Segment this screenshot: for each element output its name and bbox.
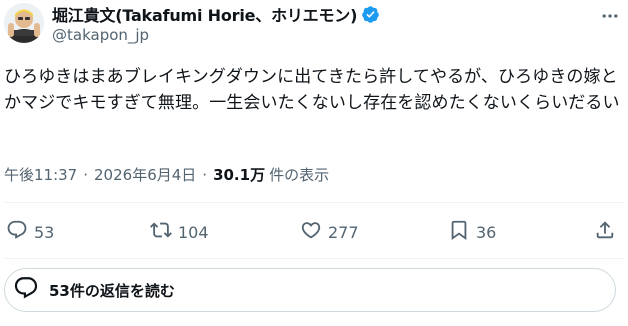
like-icon	[300, 219, 322, 245]
avatar[interactable]	[4, 3, 44, 43]
bookmark-button[interactable]: 36	[448, 216, 496, 248]
author-name[interactable]: 堀江貴文(Takafumi Horie、ホリエモン)	[52, 2, 357, 26]
read-replies-button[interactable]: 53件の返信を読む	[4, 268, 616, 312]
bookmark-icon	[448, 219, 470, 245]
retweet-button[interactable]: 104	[150, 216, 209, 248]
tweet-text: ひろゆきはまあブレイキングダウンに出てきたら許してやるが、ひろゆきの嫁とかマジで…	[4, 67, 620, 113]
share-button[interactable]	[594, 216, 616, 248]
tweet-meta: 午後11:37 · 2026年6月4日 · 30.1万 件の表示	[4, 164, 329, 185]
avatar-image	[4, 3, 44, 43]
reply-button[interactable]: 53	[6, 216, 54, 248]
author-name-line: 堀江貴文(Takafumi Horie、ホリエモン)	[52, 3, 380, 25]
author-handle[interactable]: @takapon_jp	[52, 26, 149, 44]
bookmark-count: 36	[476, 222, 497, 242]
read-replies-label: 53件の返信を読む	[49, 281, 175, 300]
retweet-count: 104	[178, 222, 209, 242]
more-options-icon[interactable]	[598, 6, 622, 26]
retweet-icon	[150, 219, 172, 245]
speech-bubble-icon	[13, 275, 39, 305]
tweet-date[interactable]: 2026年6月4日	[94, 164, 196, 185]
meta-separator: ·	[83, 165, 89, 184]
like-button[interactable]: 277	[300, 216, 359, 248]
divider-bottom	[4, 258, 624, 259]
reply-icon	[6, 219, 28, 245]
verified-badge-icon[interactable]	[361, 5, 380, 24]
views-label: 件の表示	[269, 166, 330, 184]
action-bar: 53 104 277 36	[4, 216, 624, 248]
share-icon	[594, 219, 616, 245]
divider-top	[4, 202, 624, 203]
meta-separator: ·	[202, 165, 208, 184]
views-count: 30.1万	[213, 166, 266, 184]
tweet-time[interactable]: 午後11:37	[4, 164, 77, 185]
reply-count: 53	[34, 222, 55, 242]
like-count: 277	[328, 222, 359, 242]
